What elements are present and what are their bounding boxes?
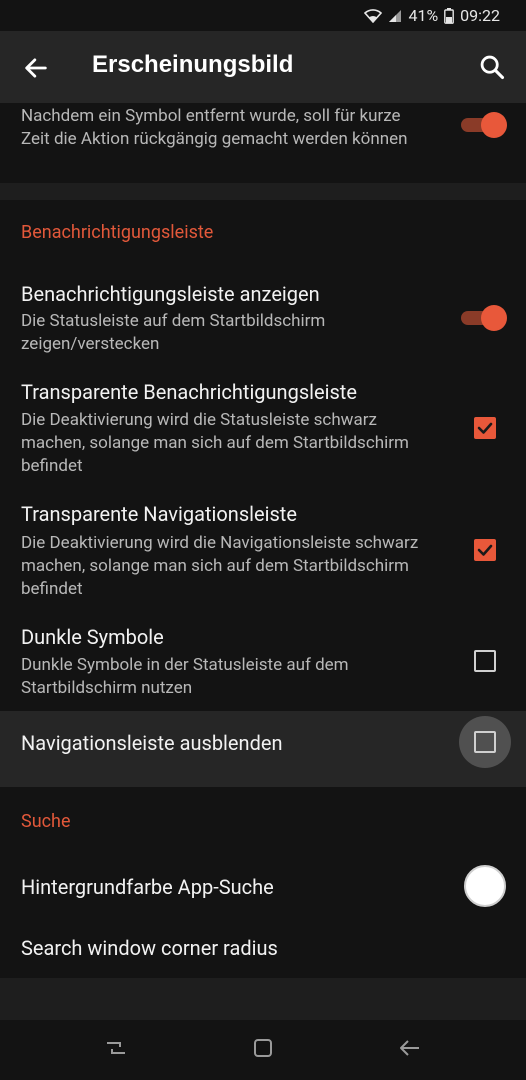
battery-icon bbox=[444, 7, 455, 24]
setting-title: Navigationsleiste ausblenden bbox=[21, 731, 283, 755]
recent-apps-icon[interactable] bbox=[104, 1036, 128, 1060]
color-swatch[interactable] bbox=[464, 865, 506, 907]
undo-setting-description: Nachdem ein Symbol entfernt wurde, soll … bbox=[21, 106, 408, 149]
undo-setting-row[interactable]: Nachdem ein Symbol entfernt wurde, soll … bbox=[0, 103, 526, 183]
setting-description: Dunkle Symbole in der Statusleiste auf d… bbox=[21, 655, 349, 698]
setting-show-notification-bar[interactable]: Benachrichtigungsleiste anzeigen Die Sta… bbox=[0, 275, 526, 365]
show-notification-bar-toggle[interactable] bbox=[461, 305, 507, 331]
setting-dark-icons[interactable]: Dunkle Symbole Dunkle Symbole in der Sta… bbox=[0, 617, 526, 709]
section-header-search: Suche bbox=[21, 811, 71, 832]
setting-title: Transparente Navigationsleiste bbox=[21, 502, 297, 526]
checkmark-icon bbox=[477, 422, 493, 434]
toggle-thumb bbox=[481, 112, 507, 138]
setting-transparent-navigation-bar[interactable]: Transparente Navigationsleiste Die Deakt… bbox=[0, 494, 526, 604]
status-bar: 41% 09:22 bbox=[0, 0, 526, 31]
wifi-icon bbox=[364, 8, 383, 23]
status-time: 09:22 bbox=[460, 6, 500, 25]
checkmark-icon bbox=[477, 544, 493, 556]
setting-search-corner-radius[interactable]: Search window corner radius bbox=[0, 921, 526, 977]
system-navigation-bar bbox=[0, 1020, 526, 1080]
setting-description: Die Deaktivierung wird die Statusleiste … bbox=[21, 410, 409, 476]
hide-navigation-bar-checkbox[interactable] bbox=[474, 731, 496, 753]
section-header-notification: Benachrichtigungsleiste bbox=[21, 222, 214, 243]
signal-icon bbox=[389, 9, 402, 22]
setting-title: Transparente Benachrichtigungsleiste bbox=[21, 380, 357, 404]
battery-percent: 41% bbox=[408, 6, 439, 25]
setting-description: Die Statusleiste auf dem Startbildschirm… bbox=[21, 311, 326, 354]
page-title: Erscheinungsbild bbox=[92, 51, 294, 78]
setting-title: Search window corner radius bbox=[21, 936, 278, 960]
transparent-navigation-bar-checkbox[interactable] bbox=[474, 539, 496, 561]
setting-search-background-color[interactable]: Hintergrundfarbe App-Suche bbox=[0, 857, 526, 915]
section-divider bbox=[0, 183, 526, 200]
home-icon[interactable] bbox=[251, 1036, 275, 1060]
toggle-thumb bbox=[481, 305, 507, 331]
setting-title: Dunkle Symbole bbox=[21, 625, 164, 649]
undo-toggle[interactable] bbox=[461, 112, 507, 138]
transparent-notification-bar-checkbox[interactable] bbox=[474, 417, 496, 439]
back-arrow-icon[interactable] bbox=[22, 54, 50, 82]
setting-hide-navigation-bar[interactable]: Navigationsleiste ausblenden bbox=[0, 711, 526, 787]
bottom-divider-band bbox=[0, 978, 526, 1020]
dark-icons-checkbox[interactable] bbox=[474, 650, 496, 672]
app-bar: Erscheinungsbild bbox=[0, 31, 526, 103]
back-icon[interactable] bbox=[398, 1036, 422, 1060]
setting-title: Hintergrundfarbe App-Suche bbox=[21, 875, 274, 899]
setting-description: Die Deaktivierung wird die Navigationsle… bbox=[21, 533, 419, 599]
setting-transparent-notification-bar[interactable]: Transparente Benachrichtigungsleiste Die… bbox=[0, 371, 526, 481]
search-icon[interactable] bbox=[478, 53, 506, 81]
setting-title: Benachrichtigungsleiste anzeigen bbox=[21, 282, 320, 306]
